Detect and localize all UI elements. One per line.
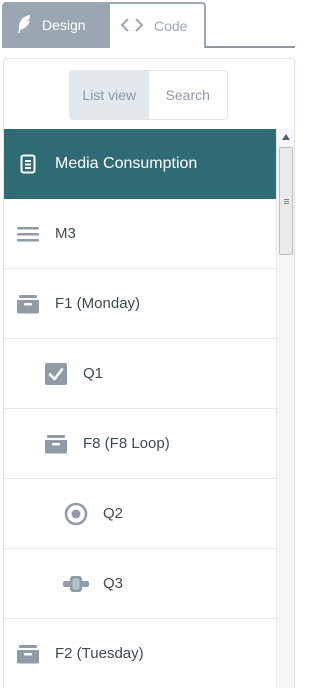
tree-item-q3[interactable]: Q3 [4, 549, 276, 619]
slider-icon [63, 571, 89, 597]
tree-item-m3[interactable]: M3 [4, 199, 276, 269]
tree-header-label: Media Consumption [55, 155, 198, 172]
folder-tray-icon [15, 291, 41, 317]
tree-item-label: F1 (Monday) [55, 295, 141, 312]
tree-item-label: F8 (F8 Loop) [83, 435, 170, 452]
feather-icon [16, 14, 42, 37]
view-toggle: List view Search [70, 71, 227, 119]
list-view-button[interactable]: List view [70, 71, 149, 119]
tree-item-label: Q2 [103, 505, 124, 522]
document-icon [15, 151, 41, 177]
tree-item-label: Q1 [83, 365, 104, 382]
editor-tabs: Design Code [0, 0, 295, 50]
search-button[interactable]: Search [148, 71, 227, 119]
tree-item-label: M3 [55, 225, 76, 242]
outline-panel: List view Search Media Consumption M3 F1… [3, 58, 295, 688]
radio-icon [63, 501, 89, 527]
tab-design[interactable]: Design [2, 2, 109, 48]
tree-item-f2[interactable]: F2 (Tuesday) [4, 619, 276, 688]
folder-tray-icon [43, 431, 69, 457]
scroll-thumb[interactable] [279, 147, 293, 255]
menu-lines-icon [15, 221, 41, 247]
tree-item-q1[interactable]: Q1 [4, 339, 276, 409]
tree-item-q2[interactable]: Q2 [4, 479, 276, 549]
outline-tree: Media Consumption M3 F1 (Monday) Q1 F8 (… [4, 129, 276, 688]
checkbox-icon [43, 361, 69, 387]
tree-header-item[interactable]: Media Consumption [4, 129, 276, 199]
tab-code-label: Code [154, 18, 188, 34]
tree-item-label: F2 (Tuesday) [55, 645, 144, 662]
grip-icon [283, 198, 289, 204]
tree-item-f1[interactable]: F1 (Monday) [4, 269, 276, 339]
tree-scrollbar[interactable] [276, 129, 294, 688]
tree-item-label: Q3 [103, 575, 124, 592]
code-brackets-icon [120, 17, 154, 36]
tree-item-f8[interactable]: F8 (F8 Loop) [4, 409, 276, 479]
folder-tray-icon [15, 641, 41, 667]
scroll-up-arrow-icon[interactable] [277, 129, 294, 145]
tabs-divider [205, 46, 295, 48]
tab-design-label: Design [42, 17, 86, 33]
tab-code[interactable]: Code [108, 2, 206, 48]
